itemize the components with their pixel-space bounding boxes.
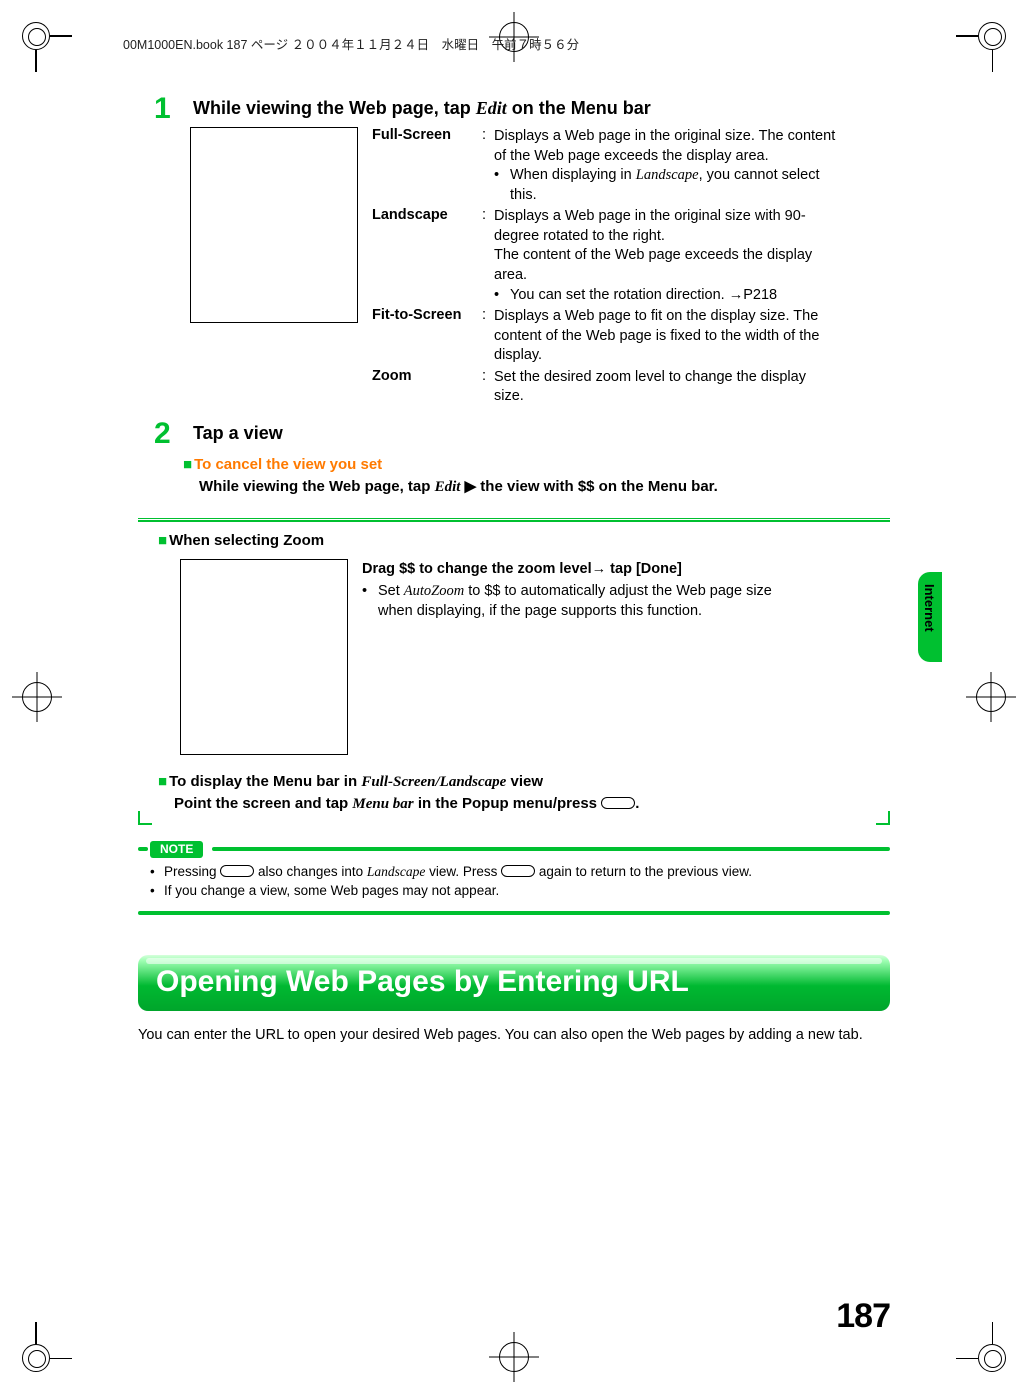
- registration-mark-right: [970, 676, 1012, 718]
- zoom-section-heading: ■When selecting Zoom: [158, 532, 890, 549]
- crop-mark-top-left: [22, 22, 66, 66]
- green-corner-divider: [138, 823, 890, 825]
- cancel-view-heading: ■To cancel the view you set: [183, 456, 890, 473]
- note-label: NOTE: [150, 841, 203, 858]
- hardware-key-icon: [220, 865, 254, 877]
- crop-mark-bottom-right: [962, 1328, 1006, 1372]
- def-term: Fit-to-Screen: [372, 307, 482, 366]
- page-number: 187: [836, 1297, 890, 1336]
- hardware-key-icon: [601, 797, 635, 809]
- step-number-2: 2: [154, 417, 171, 451]
- screenshot-placeholder-1: [190, 127, 358, 323]
- green-double-divider: [138, 518, 890, 522]
- def-term: Full-Screen: [372, 127, 482, 205]
- menubar-section-body: Point the screen and tap Menu bar in the…: [174, 795, 890, 813]
- print-header-line: 00M1000EN.book 187 ページ ２００４年１１月２４日 水曜日 午…: [123, 34, 940, 53]
- definition-list: Full-Screen : Displays a Web page in the…: [372, 127, 839, 409]
- note-item: • If you change a view, some Web pages m…: [150, 882, 886, 901]
- zoom-instruction: Drag $$ to change the zoom level→ tap [D…: [362, 559, 802, 579]
- zoom-bullet: • Set AutoZoom to $$ to automatically ad…: [362, 581, 802, 622]
- section-heading-opening-url: Opening Web Pages by Entering URL: [138, 955, 890, 1011]
- menubar-section-heading: ■To display the Menu bar in Full-Screen/…: [158, 773, 890, 791]
- step2-heading: Tap a view: [138, 423, 890, 444]
- hardware-key-icon: [501, 865, 535, 877]
- crop-mark-bottom-left: [22, 1328, 66, 1372]
- cancel-view-body: While viewing the Web page, tap Edit ▶ t…: [199, 477, 890, 496]
- crop-mark-top-right: [962, 22, 1006, 66]
- def-term: Zoom: [372, 368, 482, 407]
- screenshot-placeholder-2: [180, 559, 348, 755]
- registration-mark-left: [16, 676, 58, 718]
- page-frame: 00M1000EN.book 187 ページ ２００４年１１月２４日 水曜日 午…: [88, 22, 940, 1372]
- note-box: NOTE • Pressing also changes into Landsc…: [138, 841, 890, 915]
- step-number-1: 1: [154, 92, 171, 126]
- def-term: Landscape: [372, 207, 482, 305]
- note-item: • Pressing also changes into Landscape v…: [150, 863, 886, 882]
- section-intro-paragraph: You can enter the URL to open your desir…: [138, 1025, 890, 1045]
- step1-heading: While viewing the Web page, tap Edit on …: [138, 98, 651, 119]
